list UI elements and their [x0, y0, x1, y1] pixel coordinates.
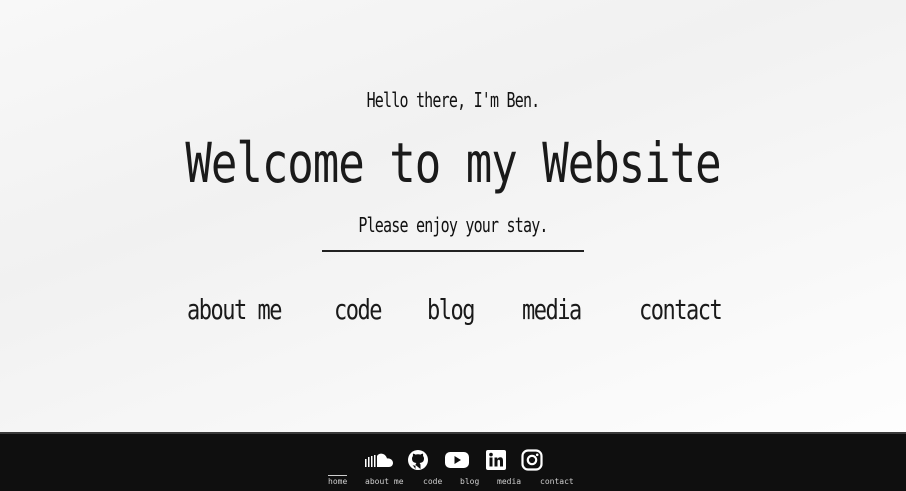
footer-link-home[interactable]: home [328, 475, 348, 486]
divider-line [322, 250, 584, 252]
social-links [0, 448, 906, 472]
nav-item-contact[interactable]: contact [639, 295, 723, 326]
youtube-icon[interactable] [444, 448, 470, 472]
footer-link-code[interactable]: code [423, 477, 442, 486]
soundcloud-icon[interactable] [362, 448, 396, 472]
footer-link-blog[interactable]: blog [460, 477, 479, 486]
footer-nav: home about me code blog media contact [0, 475, 906, 491]
hero-section: Hello there, I'm Ben. Welcome to my Webs… [0, 0, 906, 432]
linkedin-icon[interactable] [483, 448, 509, 472]
footer-link-media[interactable]: media [497, 477, 521, 486]
footer: home about me code blog media contact [0, 432, 906, 491]
nav-item-code[interactable]: code [334, 295, 382, 326]
nav-item-blog[interactable]: blog [427, 295, 475, 326]
nav-item-about-me[interactable]: about me [187, 295, 282, 326]
main-nav: about me code blog media contact [0, 295, 906, 335]
page-title: Welcome to my Website [185, 132, 721, 196]
footer-link-contact[interactable]: contact [540, 477, 574, 486]
footer-link-about-me[interactable]: about me [365, 477, 404, 486]
nav-item-media[interactable]: media [522, 295, 582, 326]
github-icon[interactable] [405, 448, 431, 472]
tagline-text: Please enjoy your stay. [358, 213, 548, 238]
instagram-icon[interactable] [519, 448, 545, 472]
greeting-text: Hello there, I'm Ben. [366, 88, 541, 113]
